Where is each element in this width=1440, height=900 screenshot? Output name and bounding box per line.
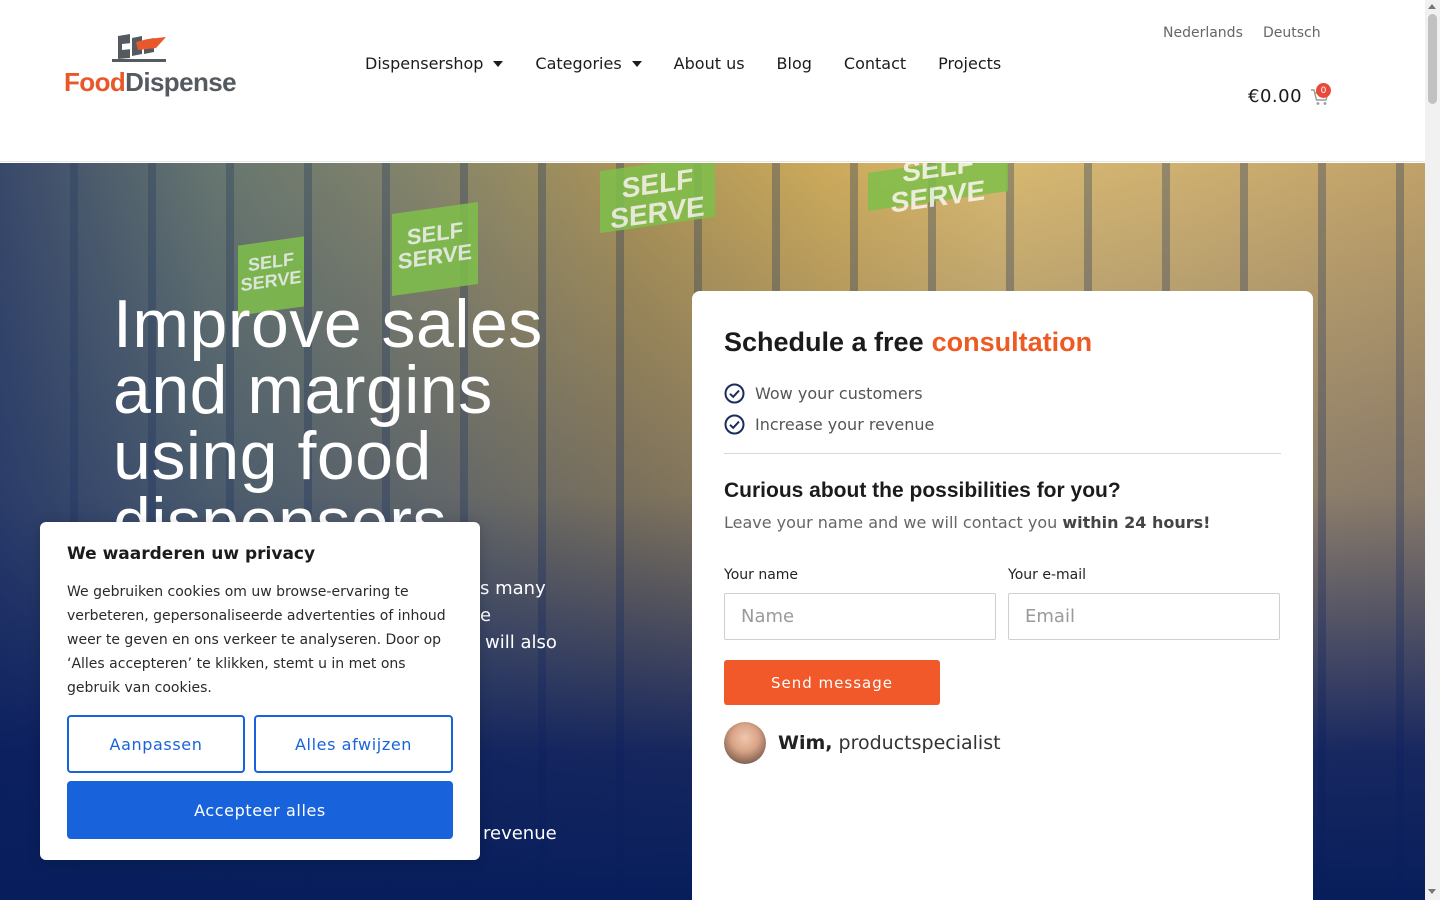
- scroll-down-arrow-icon[interactable]: [1428, 889, 1436, 894]
- cookie-title: We waarderen uw privacy: [67, 544, 316, 564]
- email-label: Your e-mail: [1008, 567, 1086, 583]
- benefit-item: Increase your revenue: [724, 414, 934, 435]
- nav-item-projects[interactable]: Projects: [938, 54, 1001, 73]
- benefit-item: Wow your customers: [724, 383, 923, 404]
- logo-word-dispense: Dispense: [125, 67, 236, 97]
- logo[interactable]: FoodDispense: [63, 32, 237, 100]
- self-serve-sign-text: SELF SERVE: [610, 163, 705, 236]
- card-title-accent: consultation: [931, 327, 1093, 357]
- name-label: Your name: [724, 567, 799, 583]
- form-subtitle: Curious about the possibilities for you?: [724, 479, 1121, 502]
- logo-wordmark: FoodDispense: [64, 67, 237, 98]
- divider: [724, 453, 1281, 454]
- nav-item-label: Contact: [843, 54, 907, 73]
- card-title: Schedule a free consultation: [724, 327, 1092, 358]
- description-main: Leave your name and we will contact you: [724, 513, 1058, 532]
- logo-word-food: Food: [64, 67, 126, 97]
- hero-title: Improve sales and margins using food dis…: [113, 286, 543, 556]
- specialist-contact: Wim, productspecialist: [724, 722, 1001, 764]
- main-nav: Dispensershop Categories About us Blog C…: [365, 54, 1033, 73]
- site-header: FoodDispense Dispensershop Categories Ab…: [0, 0, 1425, 162]
- specialist-name: Wim,: [778, 732, 833, 754]
- language-link-deutsch[interactable]: Deutsch: [1263, 25, 1321, 41]
- caret-down-icon: [631, 60, 642, 67]
- caret-down-icon: [493, 60, 504, 67]
- description-strong: within 24 hours!: [1062, 513, 1211, 532]
- cart-count-badge: 0: [1316, 83, 1331, 98]
- self-serve-sign-text: SELF SERVE: [397, 217, 473, 275]
- cookie-accept-all-button[interactable]: Accepteer alles: [67, 781, 453, 839]
- nav-item-contact[interactable]: Contact: [844, 54, 906, 73]
- self-serve-sign-text: SELF SERVE: [890, 163, 986, 220]
- specialist-text: Wim, productspecialist: [778, 732, 1001, 754]
- self-serve-sign: SELF SERVE: [868, 163, 1008, 219]
- scrollbar-thumb[interactable]: [1428, 14, 1437, 104]
- cookie-reject-all-button[interactable]: Alles afwijzen: [254, 715, 453, 773]
- hero-text-fragment: revenue: [483, 823, 557, 844]
- card-title-main: Schedule a free: [724, 327, 924, 357]
- nav-item-blog[interactable]: Blog: [777, 54, 812, 73]
- avatar: [724, 722, 766, 764]
- nav-item-dispensershop[interactable]: Dispensershop: [365, 54, 504, 73]
- check-circle-icon: [724, 383, 745, 404]
- form-description: Leave your name and we will contact you …: [724, 513, 1210, 532]
- cookie-consent-banner: We waarderen uw privacy We gebruiken coo…: [40, 522, 480, 860]
- email-input[interactable]: [1008, 593, 1280, 640]
- cookie-body: We gebruiken cookies om uw browse-ervari…: [67, 584, 446, 696]
- logo-mark-icon: [112, 34, 166, 62]
- hero-text-fragment: will also: [485, 632, 557, 653]
- self-serve-sign: SELF SERVE: [600, 163, 715, 236]
- language-link-nederlands[interactable]: Nederlands: [1163, 25, 1243, 41]
- self-serve-sign: SELF SERVE: [392, 201, 478, 297]
- nav-item-categories[interactable]: Categories: [535, 54, 642, 73]
- name-input[interactable]: [724, 593, 996, 640]
- benefit-text: Increase your revenue: [755, 415, 935, 434]
- nav-item-about-us[interactable]: About us: [674, 54, 745, 73]
- nav-item-label: Projects: [938, 54, 1002, 73]
- scroll-up-arrow-icon[interactable]: [1428, 4, 1436, 9]
- cookie-customize-button[interactable]: Aanpassen: [67, 715, 245, 773]
- benefit-text: Wow your customers: [755, 384, 923, 403]
- nav-item-label: Dispensershop: [365, 54, 484, 73]
- consultation-form-card: Schedule a free consultation Wow your cus…: [692, 291, 1313, 900]
- nav-item-label: About us: [673, 54, 745, 73]
- hero-text-fragment: e: [480, 605, 492, 626]
- check-circle-icon: [724, 414, 745, 435]
- page-scrollbar[interactable]: [1425, 0, 1440, 900]
- send-message-button[interactable]: Send message: [724, 660, 940, 705]
- nav-item-label: Blog: [776, 54, 812, 73]
- hero-text-fragment: s many: [480, 578, 546, 599]
- specialist-role: productspecialist: [838, 732, 1001, 754]
- nav-item-label: Categories: [535, 54, 622, 73]
- cart-amount: €0.00: [1248, 86, 1303, 107]
